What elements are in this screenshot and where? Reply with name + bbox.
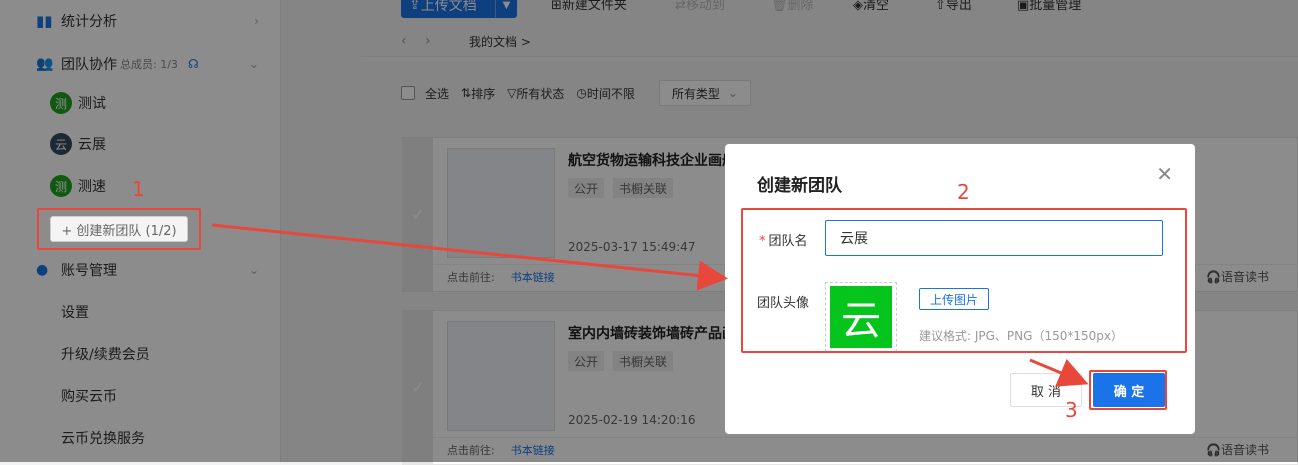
team-name-label: * 团队名 [759,230,808,249]
team-name-label-text: 团队名 [768,234,808,249]
confirm-button[interactable]: 确 定 [1093,373,1165,407]
create-team-button-highlight[interactable]: + 创建新团队 (1/2) [50,216,188,242]
team-avatar-preview[interactable]: 云 [825,282,897,352]
dialog-title: 创建新团队 [757,176,842,196]
close-icon[interactable]: ✕ [1156,162,1173,186]
format-hint: 建议格式: JPG、PNG（150*150px） [919,329,1123,343]
annotation-number-2: 2 [957,180,970,204]
upload-image-button[interactable]: 上传图片 [919,288,990,310]
team-name-input[interactable] [825,220,1163,256]
create-team-dialog: 创建新团队 ✕ *团队名 团队头像 云 上传图片 建议格式: JPG、PNG（1… [725,144,1195,434]
team-avatar-label: 团队头像 [757,296,810,311]
annotation-number-3: 3 [1065,398,1078,422]
required-marker: * [759,234,766,249]
annotation-number-1: 1 [132,177,145,201]
avatar-image: 云 [830,286,892,348]
